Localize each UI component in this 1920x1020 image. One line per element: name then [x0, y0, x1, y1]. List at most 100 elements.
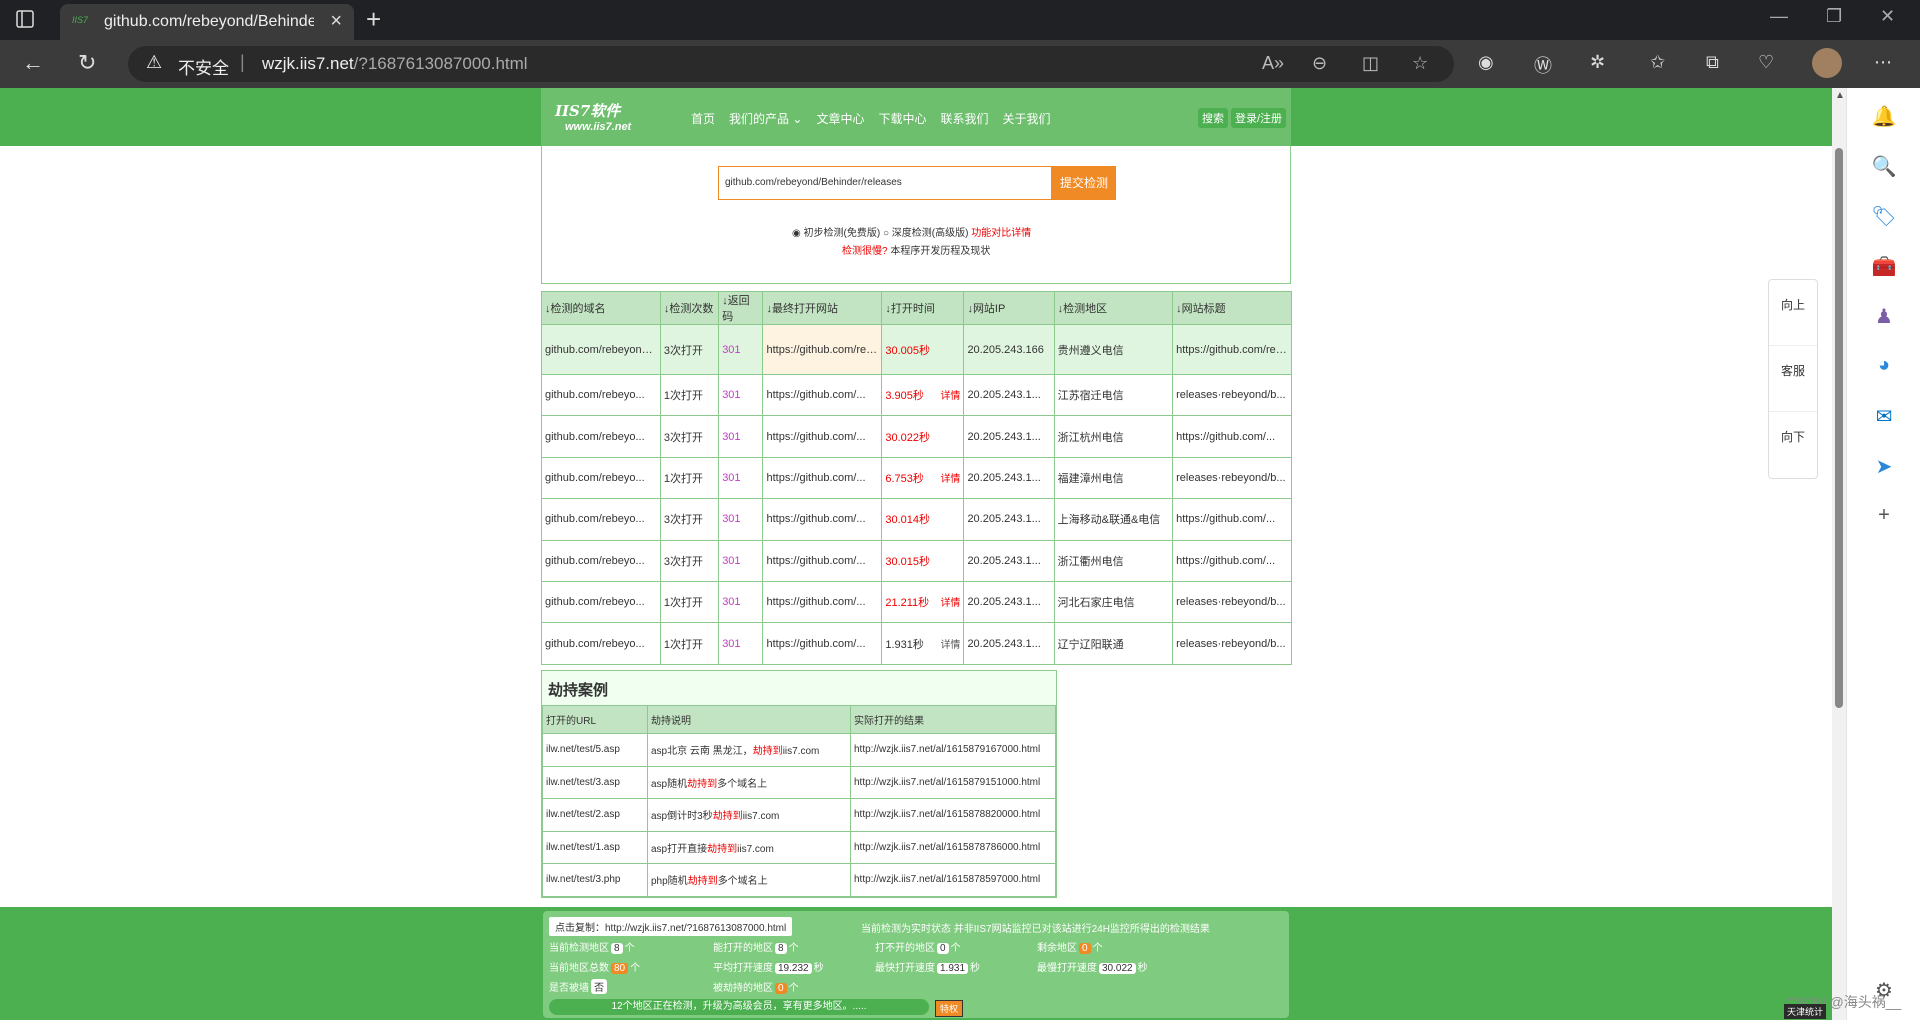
- outlook-icon[interactable]: ✉: [1871, 404, 1897, 429]
- col-count[interactable]: ↓检测次数: [659, 291, 720, 325]
- nav-products[interactable]: 我们的产品 ⌄: [729, 110, 802, 127]
- hijack-row[interactable]: ilw.net/test/2.asp asp倒计时3秒劫持到iis7.com htt…: [542, 798, 1056, 832]
- favorites-icon[interactable]: ✩: [1650, 52, 1665, 73]
- hj-result[interactable]: http://wzjk.iis7.net/al/1615879167000.ht…: [850, 733, 1056, 767]
- office-icon[interactable]: ◕: [1871, 354, 1897, 377]
- restore-icon[interactable]: ❐: [1826, 6, 1842, 27]
- history-link[interactable]: 本程序开发历程及现状: [890, 246, 990, 257]
- detail-link[interactable]: 详情: [940, 594, 960, 609]
- back-icon[interactable]: ←: [22, 50, 44, 76]
- bell-icon[interactable]: 🔔: [1871, 104, 1897, 129]
- header-search-button[interactable]: 搜索: [1198, 108, 1228, 128]
- table-row[interactable]: github.com/rebeyo... 3次打开 301 https://githu…: [541, 539, 1292, 582]
- hj-desc: asp打开直接劫持到iis7.com: [647, 830, 851, 864]
- hijack-row[interactable]: ilw.net/test/3.asp asp随机劫持到多个域名上 http://wz…: [542, 765, 1056, 799]
- minimize-icon[interactable]: —: [1770, 6, 1788, 27]
- nav-contact[interactable]: 联系我们: [940, 110, 988, 127]
- col-time[interactable]: ↓打开时间: [881, 291, 965, 325]
- cell-code: 301: [718, 456, 764, 500]
- scroll-thumb[interactable]: [1835, 148, 1843, 708]
- site-logo[interactable]: IIS7软件 www.iis7.net: [555, 100, 631, 133]
- search-icon[interactable]: 🔍: [1871, 154, 1897, 179]
- hj-url[interactable]: ilw.net/test/3.php: [542, 863, 648, 897]
- results-table: ↓检测的域名 ↓检测次数 ↓返回码 ↓最终打开网站 ↓打开时间 ↓网站IP ↓检…: [541, 291, 1292, 665]
- detail-link[interactable]: 详情: [940, 636, 960, 651]
- scroll-up-button[interactable]: 向上: [1769, 280, 1817, 346]
- compare-link[interactable]: 功能对比详情: [971, 228, 1031, 239]
- omnibox[interactable]: ⚠ 不安全 | wzjk.iis7.net/?1687613087000.htm…: [128, 46, 1454, 82]
- table-row[interactable]: github.com/rebeyond/Behinder/releases 3次…: [541, 324, 1292, 375]
- detail-link[interactable]: 详情: [940, 470, 960, 485]
- submit-check-button[interactable]: 提交检测: [1052, 166, 1116, 200]
- performance-icon[interactable]: ♡: [1758, 52, 1774, 73]
- col-domain[interactable]: ↓检测的域名: [541, 291, 661, 325]
- privilege-button[interactable]: 特权: [935, 1000, 964, 1017]
- table-row[interactable]: github.com/rebeyo... 1次打开 301 https://githu…: [541, 580, 1292, 624]
- col-code[interactable]: ↓返回码: [718, 291, 764, 325]
- cell-ip: 20.205.243.166: [963, 324, 1055, 375]
- hijack-row[interactable]: ilw.net/test/1.asp asp打开直接劫持到iis7.com http…: [542, 830, 1056, 864]
- hj-url[interactable]: ilw.net/test/2.asp: [542, 798, 648, 832]
- favorite-star-icon[interactable]: ☆: [1412, 53, 1428, 74]
- nav-home[interactable]: 首页: [691, 110, 715, 127]
- radio-deep[interactable]: ○ 深度检测(高级版): [883, 228, 969, 239]
- cell-title: releases·rebeyond/b...: [1172, 580, 1292, 624]
- hj-result[interactable]: http://wzjk.iis7.net/al/1615878786000.ht…: [850, 830, 1056, 864]
- cell-title: https://github.com/...: [1172, 415, 1292, 458]
- page-scrollbar[interactable]: ▲: [1832, 88, 1846, 1020]
- nav-download[interactable]: 下载中心: [878, 110, 926, 127]
- slow-link[interactable]: 检测很慢?: [842, 246, 888, 257]
- hj-url[interactable]: ilw.net/test/5.asp: [542, 733, 648, 767]
- nav-about[interactable]: 关于我们: [1002, 110, 1050, 127]
- col-ip[interactable]: ↓网站IP: [963, 291, 1055, 325]
- extension-icon[interactable]: ◉: [1478, 52, 1494, 73]
- new-tab-icon[interactable]: +: [366, 4, 381, 35]
- profile-avatar[interactable]: [1812, 48, 1842, 78]
- tab-close-icon[interactable]: ×: [330, 10, 342, 33]
- hijack-row[interactable]: ilw.net/test/5.asp asp北京 云南 黑龙江，劫持到iis7.c…: [542, 733, 1056, 767]
- tag-icon[interactable]: 🏷: [1871, 204, 1897, 229]
- copy-link-box[interactable]: 点击复制：http://wzjk.iis7.net/?1687613087000…: [549, 917, 793, 936]
- cell-count: 3次打开: [659, 498, 720, 541]
- toolbox-icon[interactable]: 🧰: [1871, 254, 1897, 279]
- send-icon[interactable]: ➤: [1871, 454, 1897, 479]
- realtime-note: 当前检测为实时状态 并非IIS7网站监控已对该站进行24H监控所得出的检测结果: [861, 924, 1210, 935]
- hj-url[interactable]: ilw.net/test/3.asp: [542, 765, 648, 799]
- add-icon[interactable]: +: [1871, 504, 1897, 527]
- hj-result[interactable]: http://wzjk.iis7.net/al/1615878597000.ht…: [850, 863, 1056, 897]
- login-button[interactable]: 登录/注册: [1231, 108, 1287, 128]
- hijack-row[interactable]: ilw.net/test/3.php php随机劫持到多个域名上 http://wz…: [542, 863, 1056, 897]
- cell-title: releases·rebeyond/b...: [1172, 456, 1292, 500]
- games-icon[interactable]: ♟: [1871, 304, 1897, 329]
- hj-url[interactable]: ilw.net/test/1.asp: [542, 830, 648, 864]
- radio-free[interactable]: ◉ 初步检测(免费版): [792, 228, 880, 239]
- col-region[interactable]: ↓检测地区: [1053, 291, 1174, 325]
- table-row[interactable]: github.com/rebeyo... 3次打开 301 https://githu…: [541, 498, 1292, 541]
- zoom-icon[interactable]: ⊖: [1312, 53, 1327, 74]
- window-close-icon[interactable]: ✕: [1880, 6, 1895, 27]
- tab-actions-icon[interactable]: [14, 8, 38, 32]
- split-screen-icon[interactable]: ◫: [1362, 53, 1379, 74]
- nav-articles[interactable]: 文章中心: [816, 110, 864, 127]
- refresh-icon[interactable]: ↻: [78, 50, 96, 76]
- table-row[interactable]: github.com/rebeyo... 1次打开 301 https://githu…: [541, 456, 1292, 500]
- scroll-down-button[interactable]: 向下: [1769, 412, 1817, 478]
- extensions-puzzle-icon[interactable]: ✲: [1590, 52, 1605, 73]
- detail-link[interactable]: 详情: [940, 387, 960, 402]
- collections-icon[interactable]: ⧉: [1706, 52, 1719, 73]
- customer-service-button[interactable]: 客服: [1769, 346, 1817, 412]
- table-row[interactable]: github.com/rebeyo... 1次打开 301 https://githu…: [541, 373, 1292, 417]
- table-row[interactable]: github.com/rebeyo... 1次打开 301 https://githu…: [541, 622, 1292, 665]
- hj-result[interactable]: http://wzjk.iis7.net/al/1615878820000.ht…: [850, 798, 1056, 832]
- col-title[interactable]: ↓网站标题: [1172, 291, 1292, 325]
- read-aloud-icon[interactable]: A»: [1262, 53, 1284, 74]
- url-input[interactable]: github.com/rebeyond/Behinder/releases: [718, 166, 1052, 200]
- more-menu-icon[interactable]: ⋯: [1874, 52, 1892, 73]
- table-row[interactable]: github.com/rebeyo... 3次打开 301 https://githu…: [541, 415, 1292, 458]
- hj-result[interactable]: http://wzjk.iis7.net/al/1615879151000.ht…: [850, 765, 1056, 799]
- scroll-up-arrow-icon[interactable]: ▲: [1835, 90, 1845, 101]
- col-final[interactable]: ↓最终打开网站: [762, 291, 883, 325]
- browser-tab[interactable]: IIS7 github.com/rebeyond/Behinder/ ×: [60, 4, 354, 40]
- extension-w-icon[interactable]: Ⓦ: [1534, 52, 1552, 78]
- cell-ip: 20.205.243.1...: [963, 580, 1055, 624]
